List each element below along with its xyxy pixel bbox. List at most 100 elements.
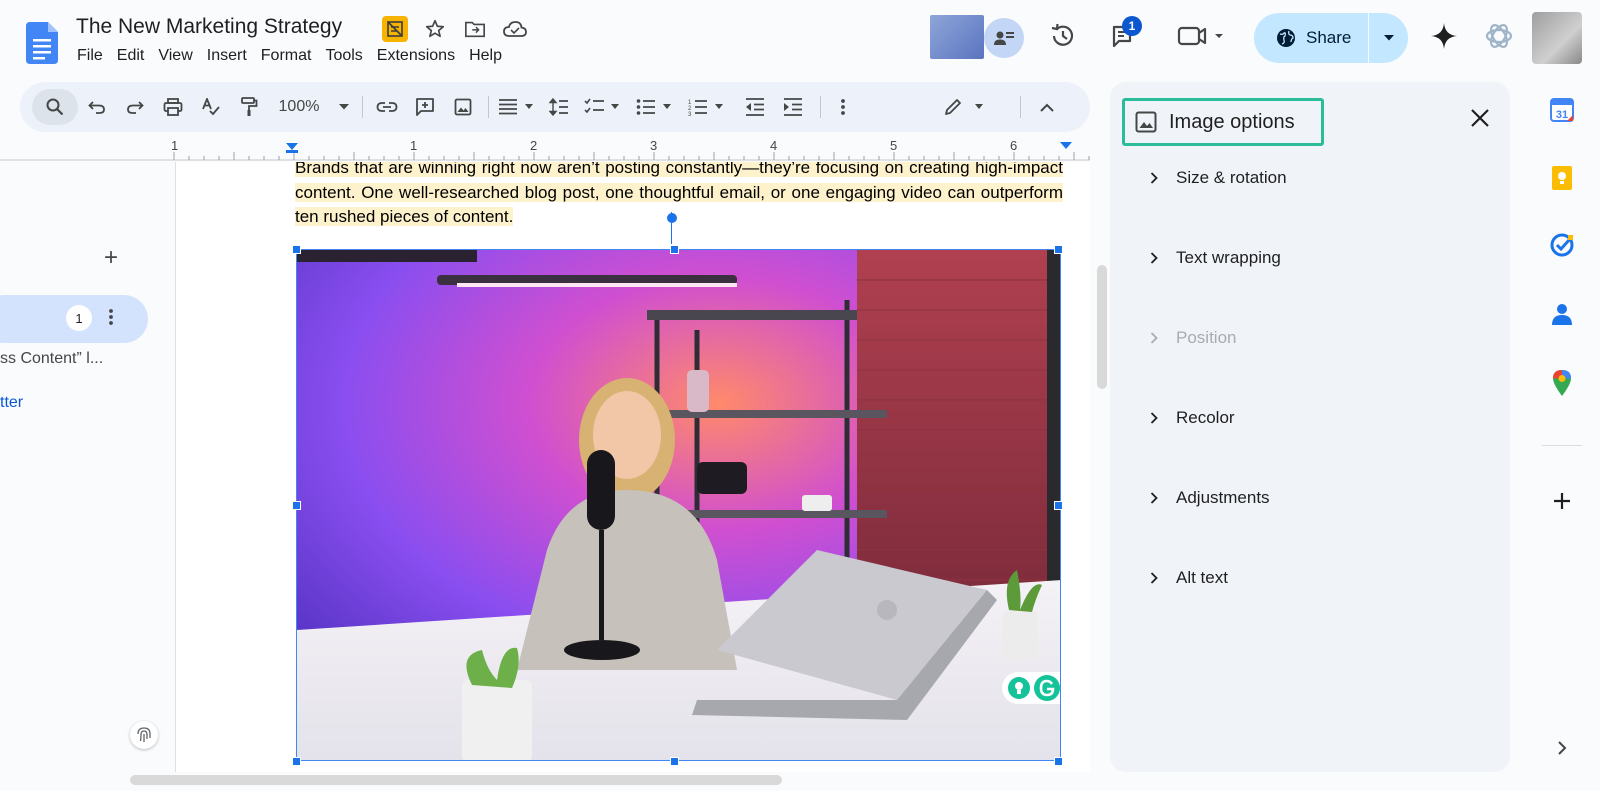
collaborator-avatar[interactable] [930, 15, 984, 59]
document-page[interactable]: Brands that are winning right now aren’t… [175, 162, 1090, 772]
no-format-icon[interactable] [382, 16, 408, 42]
share-dropdown-chevron-icon[interactable] [1369, 13, 1408, 63]
side-divider [1542, 445, 1582, 446]
fingerprint-icon[interactable] [130, 721, 158, 749]
section-position: Position [1150, 328, 1236, 348]
comments-count-badge: 1 [1122, 16, 1142, 36]
decrease-indent-icon[interactable] [740, 92, 770, 122]
tab-more-options-icon[interactable] [108, 308, 114, 331]
insert-link-icon[interactable] [372, 92, 402, 122]
menu-file[interactable]: File [70, 47, 110, 65]
outline-link-item[interactable]: tter [0, 394, 23, 412]
show-side-panel-chevron-icon[interactable] [1547, 733, 1577, 763]
maps-icon[interactable] [1547, 368, 1577, 398]
resize-handle-top-right[interactable] [1054, 245, 1063, 254]
ruler-number: 2 [530, 138, 538, 153]
chevron-down-icon [339, 104, 350, 110]
increase-indent-icon[interactable] [778, 92, 808, 122]
ruler-number: 5 [890, 138, 898, 153]
resize-handle-left[interactable] [292, 501, 301, 510]
move-folder-icon[interactable] [462, 16, 488, 42]
vertical-scrollbar[interactable] [1097, 265, 1107, 389]
bulleted-list-icon[interactable] [634, 92, 678, 122]
selected-image[interactable] [296, 249, 1061, 761]
zoom-select[interactable]: 100% [274, 92, 354, 122]
chevron-right-icon [1150, 572, 1158, 584]
tasks-icon[interactable] [1547, 230, 1577, 260]
resize-handle-top[interactable] [670, 245, 679, 254]
redo-icon[interactable] [120, 92, 150, 122]
section-size-rotation[interactable]: Size & rotation [1150, 168, 1287, 188]
presenter-icon[interactable] [984, 18, 1024, 58]
svg-text:3: 3 [688, 112, 692, 116]
menu-format[interactable]: Format [254, 47, 319, 65]
checklist-icon[interactable] [582, 92, 626, 122]
resize-handle-right[interactable] [1054, 501, 1063, 510]
toolbar-divider [488, 96, 489, 118]
add-tab-button[interactable]: + [104, 244, 118, 272]
menu-extensions[interactable]: Extensions [370, 47, 462, 65]
horizontal-ruler[interactable]: 1 1 2 3 4 5 6 [0, 138, 1090, 162]
version-history-icon[interactable] [1047, 20, 1079, 52]
toolbar-divider [820, 96, 821, 118]
undo-icon[interactable] [82, 92, 112, 122]
gemini-sparkle-icon[interactable] [1428, 20, 1460, 52]
svg-text:31: 31 [1556, 109, 1568, 121]
keep-icon[interactable] [1547, 163, 1577, 193]
section-text-wrapping[interactable]: Text wrapping [1150, 248, 1281, 268]
outline-heading-item[interactable]: ss Content” l... [0, 350, 103, 368]
share-label: Share [1306, 28, 1352, 47]
paint-format-icon[interactable] [234, 92, 264, 122]
section-label: Alt text [1176, 568, 1228, 587]
horizontal-scrollbar[interactable] [130, 775, 782, 785]
editing-mode-pencil-icon[interactable] [932, 92, 1002, 122]
calendar-icon[interactable]: 31 [1547, 95, 1577, 125]
body-paragraph[interactable]: Brands that are winning right now aren’t… [295, 162, 1063, 230]
more-options-icon[interactable] [828, 92, 858, 122]
docs-logo-icon[interactable] [26, 22, 58, 64]
add-comment-icon[interactable] [410, 92, 440, 122]
ruler-number: 1 [171, 138, 179, 153]
line-spacing-icon[interactable] [544, 92, 574, 122]
menu-help[interactable]: Help [462, 47, 509, 65]
cloud-saved-icon[interactable] [502, 16, 528, 42]
contacts-icon[interactable] [1547, 299, 1577, 329]
resize-handle-top-left[interactable] [292, 245, 301, 254]
section-recolor[interactable]: Recolor [1150, 408, 1235, 428]
hide-menus-chevron-up-icon[interactable] [1032, 92, 1062, 122]
resize-handle-bottom[interactable] [670, 757, 679, 766]
share-button[interactable]: Share [1254, 13, 1368, 63]
section-adjustments[interactable]: Adjustments [1150, 488, 1270, 508]
account-avatar[interactable] [1532, 12, 1582, 64]
numbered-list-icon[interactable]: 123 [686, 92, 730, 122]
star-icon[interactable] [422, 16, 448, 42]
panel-title-text: Image options [1169, 110, 1295, 133]
rotate-handle[interactable] [667, 213, 677, 223]
get-addons-plus-icon[interactable] [1547, 486, 1577, 516]
highlighted-text: Brands that are winning right now aren’t… [295, 162, 1063, 226]
menu-edit[interactable]: Edit [110, 47, 152, 65]
menu-insert[interactable]: Insert [200, 47, 254, 65]
globe-icon [1277, 29, 1295, 47]
panel-title: Image options [1122, 98, 1324, 146]
resize-handle-bottom-right[interactable] [1054, 757, 1063, 766]
search-icon[interactable] [40, 92, 70, 122]
document-tabs-pane: + 1 ss Content” l... tter [0, 162, 175, 772]
chatgpt-extension-icon[interactable] [1483, 20, 1515, 52]
menu-view[interactable]: View [151, 47, 199, 65]
grammarly-widget[interactable] [1002, 672, 1060, 704]
section-alt-text[interactable]: Alt text [1150, 568, 1228, 588]
chevron-right-icon [1150, 252, 1158, 264]
document-title[interactable]: The New Marketing Strategy [76, 15, 342, 39]
spellcheck-icon[interactable] [196, 92, 226, 122]
close-icon[interactable] [1464, 102, 1496, 134]
insert-image-icon[interactable] [448, 92, 478, 122]
meet-call-icon[interactable] [1176, 20, 1226, 52]
ruler-number: 4 [770, 138, 778, 153]
menu-tools[interactable]: Tools [318, 47, 369, 65]
resize-handle-bottom-left[interactable] [292, 757, 301, 766]
tab-count-badge: 1 [66, 305, 92, 331]
print-icon[interactable] [158, 92, 188, 122]
formatting-toolbar: 100% 123 [20, 82, 1090, 132]
align-justify-icon[interactable] [496, 92, 540, 122]
